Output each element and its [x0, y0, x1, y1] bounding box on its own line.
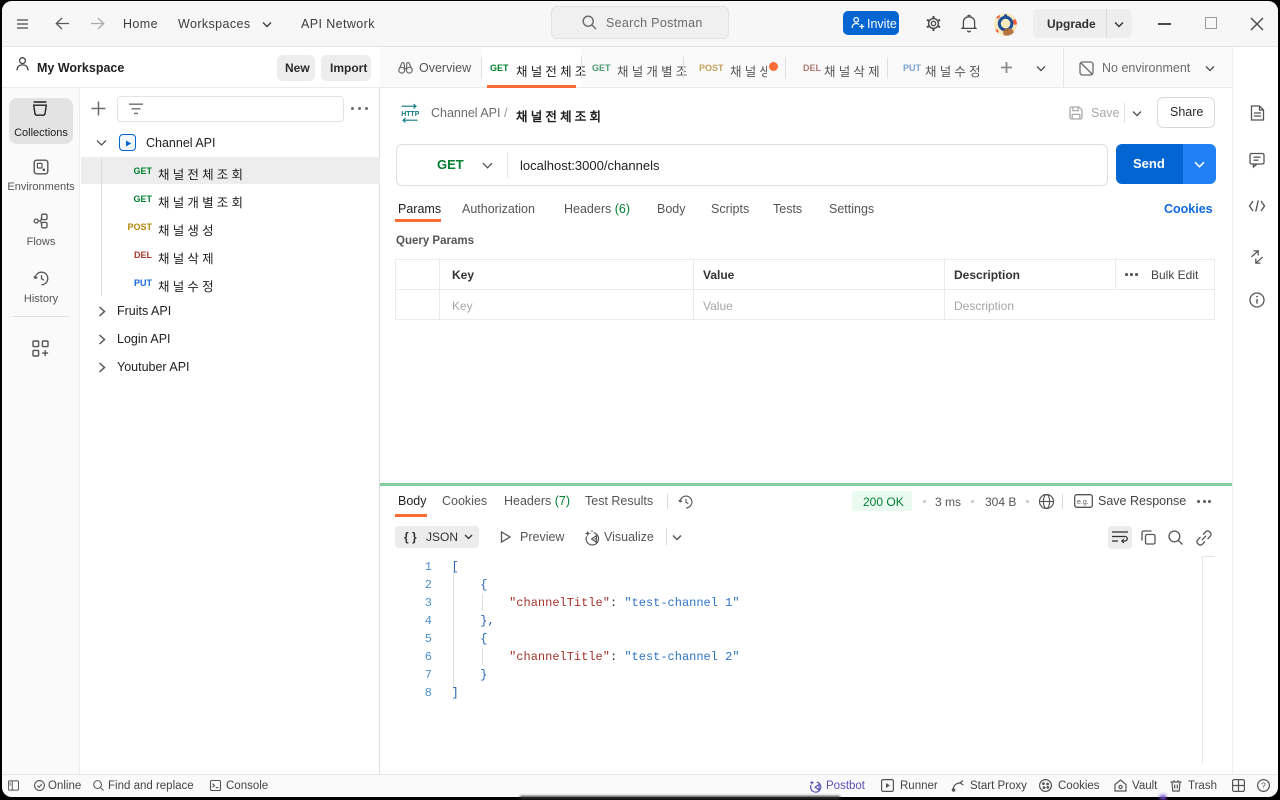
- svg-text:?: ?: [1261, 780, 1266, 790]
- svg-text:e.g.: e.g.: [1077, 499, 1089, 506]
- svg-text:HTTP: HTTP: [401, 111, 420, 118]
